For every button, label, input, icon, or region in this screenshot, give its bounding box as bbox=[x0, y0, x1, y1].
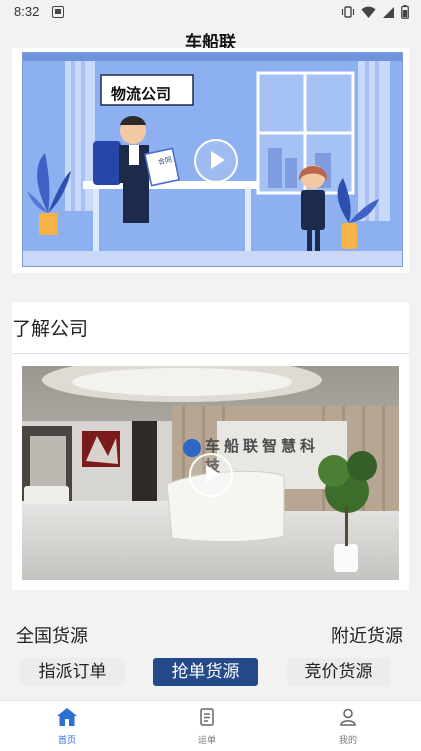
home-icon bbox=[57, 708, 77, 726]
nav-home[interactable]: 首页 bbox=[37, 707, 97, 746]
company-video[interactable]: 车船联智慧科技 bbox=[22, 366, 399, 580]
user-icon bbox=[340, 708, 356, 726]
promo-video-banner[interactable]: 物流公司 合同 bbox=[22, 52, 403, 267]
play-icon[interactable] bbox=[189, 453, 233, 497]
section-title-company: 了解公司 bbox=[12, 318, 89, 340]
tab-grab-orders[interactable]: 抢单货源 bbox=[153, 658, 258, 686]
wifi-icon bbox=[361, 6, 376, 18]
status-bar: 8:32 bbox=[0, 0, 421, 26]
tab-bidding-cargo[interactable]: 竞价货源 bbox=[287, 658, 390, 686]
nearby-cargo-link[interactable]: 附近货源 bbox=[331, 622, 403, 648]
tab-assigned-orders[interactable]: 指派订单 bbox=[20, 658, 125, 686]
nav-home-label: 首页 bbox=[57, 736, 76, 746]
bottom-nav: 首页 运单 我的 bbox=[0, 700, 421, 751]
banner-card: 物流公司 合同 bbox=[12, 48, 409, 273]
banner-sign-text: 物流公司 bbox=[111, 85, 172, 103]
divider bbox=[12, 353, 409, 354]
signal-icon bbox=[383, 6, 394, 18]
play-icon[interactable] bbox=[194, 139, 238, 183]
waybill-icon bbox=[200, 708, 214, 726]
nav-mine[interactable]: 我的 bbox=[318, 707, 378, 746]
nav-mine-label: 我的 bbox=[338, 736, 357, 746]
nav-waybill-label: 运单 bbox=[197, 736, 216, 746]
vibrate-icon bbox=[341, 6, 355, 18]
battery-icon bbox=[401, 5, 409, 19]
notification-icon bbox=[52, 6, 64, 18]
national-cargo-link[interactable]: 全国货源 bbox=[16, 622, 88, 648]
status-icons bbox=[341, 5, 409, 19]
status-time: 8:32 bbox=[14, 4, 40, 19]
nav-waybill[interactable]: 运单 bbox=[177, 707, 237, 746]
